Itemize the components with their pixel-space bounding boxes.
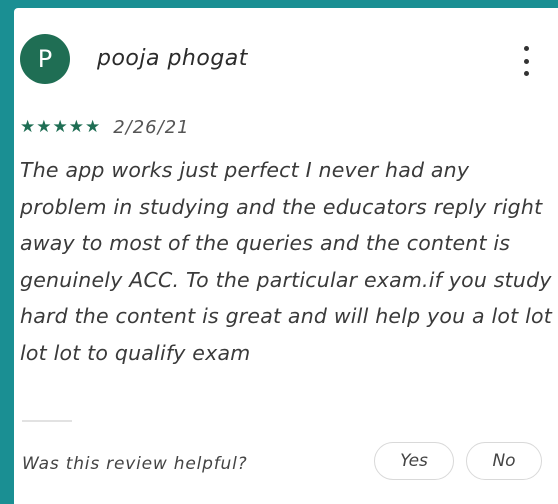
- review-date: 2/26/21: [113, 116, 190, 138]
- review-meta: ★★★★★ 2/26/21: [20, 116, 190, 138]
- review-text: The app works just perfect I never had a…: [20, 158, 552, 365]
- more-options-icon[interactable]: [516, 46, 536, 76]
- avatar: P: [20, 34, 70, 84]
- helpful-question: Was this review helpful?: [22, 454, 248, 474]
- review-card: P pooja phogat ★★★★★ 2/26/21 The app wor…: [14, 8, 558, 504]
- yes-button[interactable]: Yes: [374, 442, 454, 480]
- star-rating: ★★★★★: [20, 117, 102, 137]
- divider: [22, 420, 72, 422]
- author-name: pooja phogat: [97, 46, 248, 71]
- no-button[interactable]: No: [466, 442, 542, 480]
